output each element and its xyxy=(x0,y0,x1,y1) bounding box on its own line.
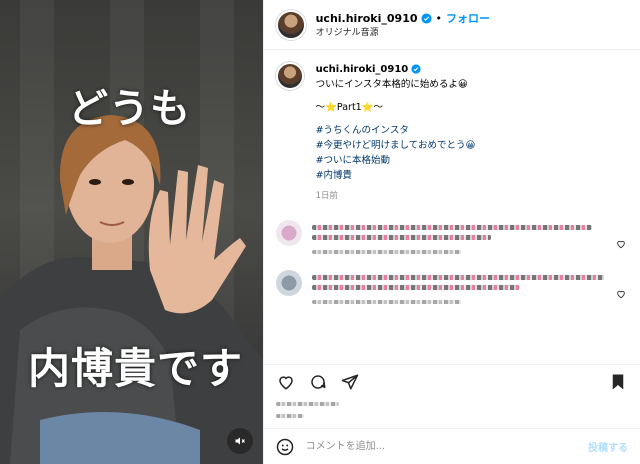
comment-button[interactable] xyxy=(308,372,328,392)
mute-button[interactable] xyxy=(226,428,253,454)
caption-line: ついにインスタ本格的に始めるよ😀 xyxy=(315,79,468,90)
heart-icon xyxy=(617,240,625,249)
post-media[interactable]: どうも 内博貴です xyxy=(0,0,263,464)
commenter-avatar[interactable] xyxy=(275,220,302,246)
heart-icon xyxy=(617,290,625,299)
separator-dot: • xyxy=(435,11,443,25)
caption: uchi.hiroki_0910 ついにインスタ本格的に始めるよ😀 〜⭐Part… xyxy=(275,62,628,204)
overlay-greeting: どうも xyxy=(68,86,191,132)
hashtag-link[interactable]: #うちくんのインスタ xyxy=(316,123,476,138)
comment-icon xyxy=(310,374,326,389)
comment-input[interactable] xyxy=(303,440,588,453)
overlay-name: 内博貴です xyxy=(28,344,244,393)
speaker-muted-icon xyxy=(235,437,245,445)
caption-line: 〜⭐Part1⭐〜 xyxy=(315,102,384,113)
emoji-icon[interactable] xyxy=(276,438,294,456)
comment-text-pixelated xyxy=(311,270,610,304)
verified-badge-icon xyxy=(420,12,432,24)
likes-section-pixelated xyxy=(264,398,640,428)
bookmark-icon xyxy=(612,374,624,389)
hashtag-link[interactable]: #今更やけど明けましておめでとう😀 xyxy=(316,138,476,153)
comment-text-pixelated xyxy=(311,220,610,254)
save-button[interactable] xyxy=(608,372,628,392)
action-bar xyxy=(263,364,640,398)
send-icon xyxy=(341,374,358,389)
comment-item xyxy=(275,270,628,304)
comment-like-button[interactable] xyxy=(616,220,628,254)
post-comment-button[interactable]: 投稿する xyxy=(588,439,628,454)
author-avatar[interactable] xyxy=(275,9,306,40)
follow-button[interactable]: フォロー xyxy=(446,12,490,25)
commenter-avatar[interactable] xyxy=(275,270,302,296)
caption-username[interactable]: uchi.hiroki_0910 xyxy=(316,64,409,75)
post-sidebar: uchi.hiroki_0910 • フォロー オリジナル音源 uchi.hirok… xyxy=(262,0,640,464)
hashtag-link[interactable]: #ついに本格始動 xyxy=(316,153,476,168)
post-header: uchi.hiroki_0910 • フォロー オリジナル音源 xyxy=(263,0,640,50)
post-body: uchi.hiroki_0910 ついにインスタ本格的に始めるよ😀 〜⭐Part… xyxy=(264,50,640,364)
caption-avatar[interactable] xyxy=(275,62,304,90)
comment-like-button[interactable] xyxy=(616,270,628,304)
like-button[interactable] xyxy=(276,372,296,392)
author-username[interactable]: uchi.hiroki_0910 xyxy=(316,12,418,25)
caption-text: uchi.hiroki_0910 ついにインスタ本格的に始めるよ😀 〜⭐Part… xyxy=(316,62,476,204)
author-info: uchi.hiroki_0910 • フォロー オリジナル音源 xyxy=(316,10,490,40)
share-button[interactable] xyxy=(340,372,360,392)
post-timestamp: 1日前 xyxy=(315,191,339,201)
verified-badge-icon xyxy=(411,64,421,74)
audio-label[interactable]: オリジナル音源 xyxy=(316,26,490,40)
hashtag-link[interactable]: #内博貴 xyxy=(316,168,476,183)
comment-item xyxy=(275,220,628,254)
comment-bar: 投稿する xyxy=(263,428,640,464)
instagram-post-modal: どうも 内博貴です uchi.hiroki_0910 • フォロー オリジナル音源 xyxy=(0,0,640,464)
heart-icon xyxy=(278,375,293,390)
